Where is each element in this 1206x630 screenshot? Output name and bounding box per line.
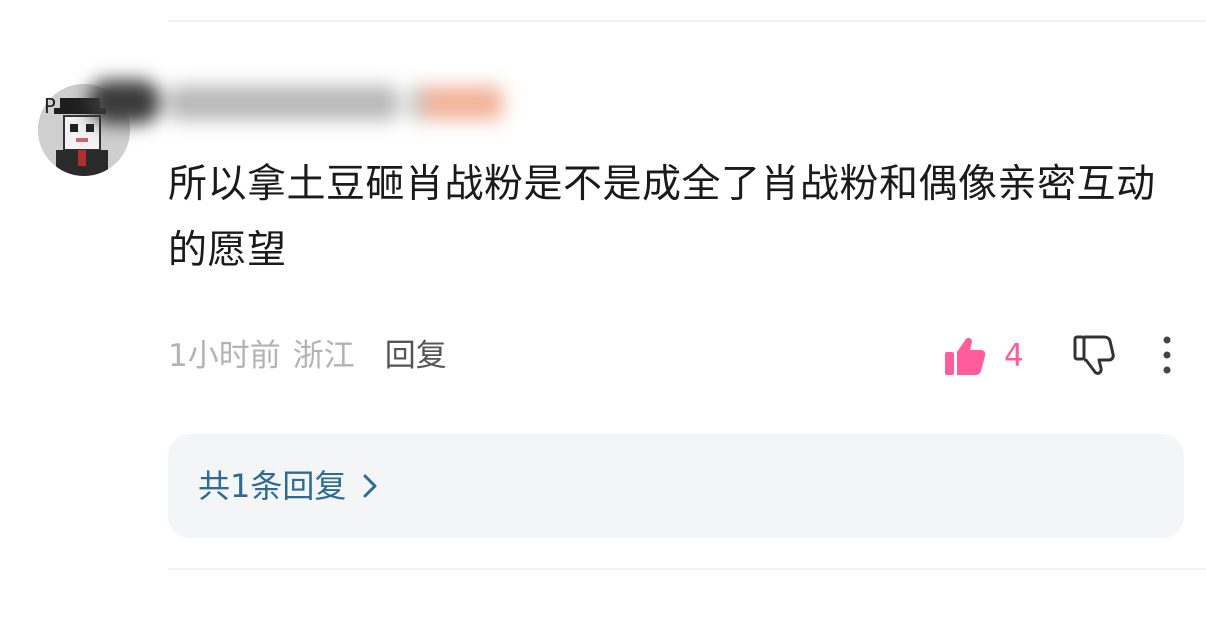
reply-button[interactable]: 回复: [385, 334, 447, 378]
like-count: 4: [1004, 338, 1024, 374]
thumbs-down-icon: [1073, 335, 1115, 375]
bottom-divider: [168, 568, 1206, 570]
more-vertical-icon: [1163, 336, 1171, 374]
comment-time: 1小时前: [168, 338, 281, 374]
comment-text: 所以拿土豆砸肖战粉是不是成全了肖战粉和偶像亲密互动的愿望: [168, 162, 1156, 273]
replies-summary-box[interactable]: 共1条回复: [168, 434, 1184, 538]
chevron-right-icon: [363, 474, 377, 498]
username-redacted[interactable]: [88, 72, 518, 134]
avatar-badge: P: [44, 94, 56, 118]
more-options-button[interactable]: [1160, 332, 1174, 382]
like-button[interactable]: 4: [944, 334, 1024, 378]
replies-summary[interactable]: 共1条回复: [198, 464, 378, 508]
comment-location: 浙江: [292, 338, 355, 374]
dislike-button[interactable]: [1072, 334, 1116, 380]
replies-summary-label: 共1条回复: [198, 467, 347, 505]
top-divider: [168, 20, 1206, 22]
thumbs-up-icon: [945, 338, 986, 375]
comment-meta: 1小时前 浙江 回复: [168, 334, 447, 378]
